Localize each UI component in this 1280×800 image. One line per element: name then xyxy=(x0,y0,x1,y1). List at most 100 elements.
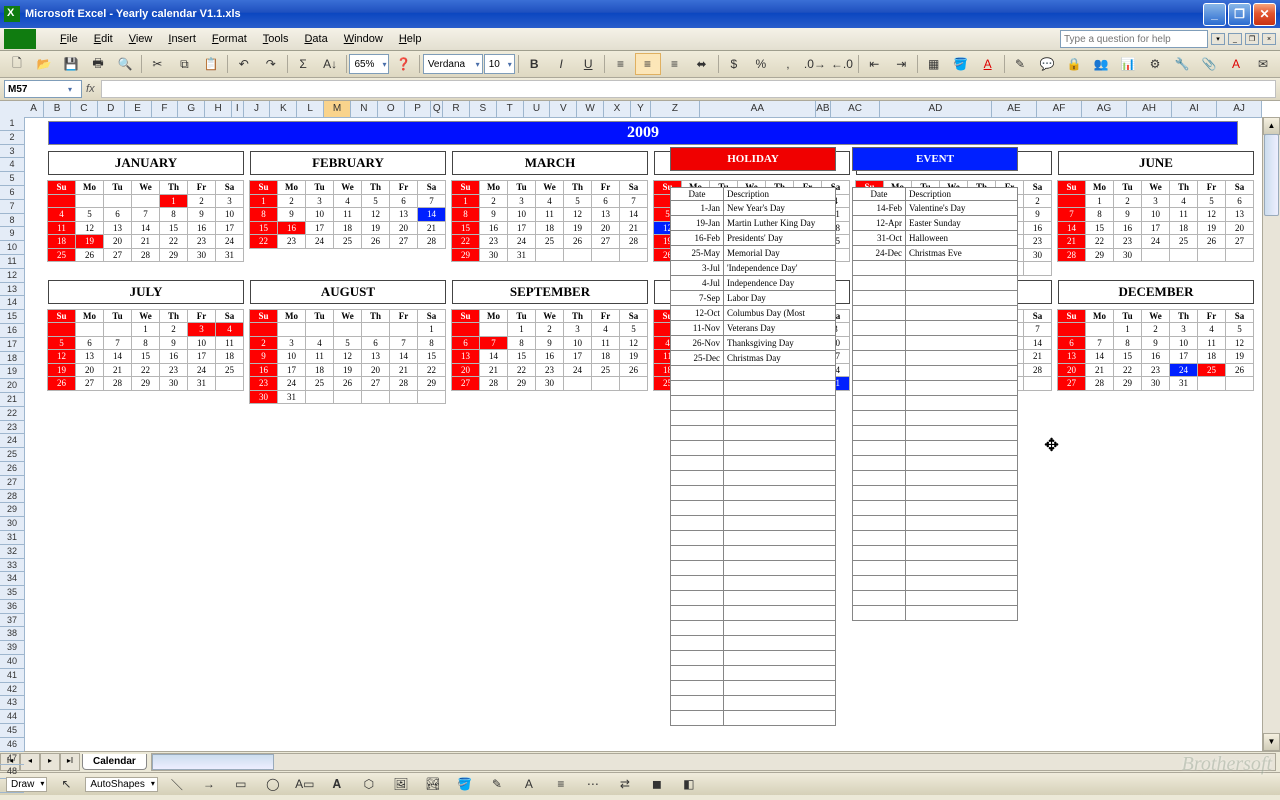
open-button[interactable]: 📂 xyxy=(31,53,57,75)
day-cell[interactable] xyxy=(1169,248,1198,263)
row-header-16[interactable]: 16 xyxy=(0,324,24,338)
row-header-36[interactable]: 36 xyxy=(0,600,24,614)
day-cell[interactable]: 30 xyxy=(1023,248,1052,263)
day-cell[interactable]: 17 xyxy=(507,221,536,236)
table-cell[interactable]: 3-Jul xyxy=(671,261,724,276)
day-cell[interactable]: 6 xyxy=(1057,336,1086,351)
day-cell[interactable] xyxy=(103,322,132,337)
menu-tools[interactable]: Tools xyxy=(255,31,297,47)
day-cell[interactable]: 16 xyxy=(1141,349,1170,364)
day-cell[interactable] xyxy=(249,322,278,337)
day-cell[interactable] xyxy=(333,322,362,337)
day-cell[interactable]: 14 xyxy=(103,349,132,364)
col-header-Y[interactable]: Y xyxy=(631,101,651,117)
day-cell[interactable] xyxy=(131,194,160,209)
day-cell[interactable]: 2 xyxy=(535,322,564,337)
day-cell[interactable]: 28 xyxy=(619,234,648,249)
day-cell[interactable]: 22 xyxy=(131,363,160,378)
minimize-button[interactable]: _ xyxy=(1203,3,1226,26)
day-cell[interactable]: 2 xyxy=(1023,194,1052,209)
day-cell[interactable]: 18 xyxy=(215,349,244,364)
day-cell[interactable]: 5 xyxy=(563,194,592,209)
day-cell[interactable] xyxy=(1141,248,1170,263)
day-cell[interactable]: 7 xyxy=(417,194,446,209)
table-cell[interactable]: 31-Oct xyxy=(853,231,906,246)
col-header-N[interactable]: N xyxy=(351,101,378,117)
picture-button[interactable]: 🏞 xyxy=(420,773,446,795)
day-cell[interactable]: 21 xyxy=(1085,363,1114,378)
fillcolor-draw-button[interactable]: 🪣 xyxy=(452,773,478,795)
menu-edit[interactable]: Edit xyxy=(86,31,121,47)
day-cell[interactable]: 7 xyxy=(1085,336,1114,351)
day-cell[interactable]: 3 xyxy=(215,194,244,209)
help-search-input[interactable] xyxy=(1060,30,1208,48)
row-header-10[interactable]: 10 xyxy=(0,241,24,255)
day-cell[interactable]: 17 xyxy=(187,349,216,364)
day-cell[interactable]: 12 xyxy=(1225,336,1254,351)
align-right-button[interactable]: ≡ xyxy=(662,53,688,75)
day-cell[interactable]: 28 xyxy=(103,376,132,391)
day-cell[interactable]: 30 xyxy=(187,248,216,263)
day-cell[interactable]: 14 xyxy=(131,221,160,236)
day-cell[interactable]: 24 xyxy=(1169,363,1198,378)
day-cell[interactable]: 10 xyxy=(215,207,244,222)
day-cell[interactable] xyxy=(1023,261,1052,276)
day-cell[interactable]: 18 xyxy=(1169,221,1198,236)
day-cell[interactable]: 5 xyxy=(1225,322,1254,337)
row-header-41[interactable]: 41 xyxy=(0,669,24,683)
day-cell[interactable]: 11 xyxy=(215,336,244,351)
day-cell[interactable] xyxy=(305,390,334,405)
day-cell[interactable] xyxy=(591,376,620,391)
day-cell[interactable]: 5 xyxy=(619,322,648,337)
row-header-5[interactable]: 5 xyxy=(0,172,24,186)
day-cell[interactable]: 27 xyxy=(361,376,390,391)
day-cell[interactable]: 5 xyxy=(1197,194,1226,209)
row-header-4[interactable]: 4 xyxy=(0,158,24,172)
day-cell[interactable]: 3 xyxy=(1141,194,1170,209)
day-cell[interactable]: 25 xyxy=(591,363,620,378)
day-cell[interactable]: 1 xyxy=(159,194,188,209)
row-header-1[interactable]: 1 xyxy=(0,117,24,131)
arrowstyle-button[interactable]: ⇄ xyxy=(612,773,638,795)
tab-next-button[interactable]: ▸ xyxy=(40,753,60,771)
day-cell[interactable]: 19 xyxy=(333,363,362,378)
day-cell[interactable]: 4 xyxy=(1197,322,1226,337)
table-cell[interactable]: 12-Oct xyxy=(671,306,724,321)
day-cell[interactable]: 13 xyxy=(1225,207,1254,222)
day-cell[interactable]: 25 xyxy=(305,376,334,391)
row-header-26[interactable]: 26 xyxy=(0,462,24,476)
row-header-37[interactable]: 37 xyxy=(0,614,24,628)
table-cell[interactable]: Thanksgiving Day xyxy=(724,336,836,351)
day-cell[interactable]: 13 xyxy=(591,207,620,222)
dec-decimal-button[interactable]: ←.0 xyxy=(829,53,855,75)
day-cell[interactable]: 9 xyxy=(535,336,564,351)
draw-menu[interactable]: Draw xyxy=(6,777,47,792)
day-cell[interactable]: 2 xyxy=(277,194,306,209)
col-header-D[interactable]: D xyxy=(98,101,125,117)
day-cell[interactable]: 21 xyxy=(1057,234,1086,249)
day-cell[interactable]: 6 xyxy=(361,336,390,351)
day-cell[interactable]: 16 xyxy=(159,349,188,364)
col-header-AC[interactable]: AC xyxy=(831,101,880,117)
day-cell[interactable]: 24 xyxy=(563,363,592,378)
day-cell[interactable]: 14 xyxy=(389,349,418,364)
day-cell[interactable]: 26 xyxy=(1225,363,1254,378)
help-dropdown[interactable]: ▾ xyxy=(1211,33,1225,45)
sheet-tab-calendar[interactable]: Calendar xyxy=(82,754,147,770)
row-header-13[interactable]: 13 xyxy=(0,283,24,297)
day-cell[interactable]: 19 xyxy=(563,221,592,236)
col-header-U[interactable]: U xyxy=(524,101,551,117)
share-button[interactable]: 👥 xyxy=(1088,53,1114,75)
day-cell[interactable]: 22 xyxy=(249,234,278,249)
day-cell[interactable]: 13 xyxy=(361,349,390,364)
row-header-46[interactable]: 46 xyxy=(0,738,24,752)
linestyle-button[interactable]: ≡ xyxy=(548,773,574,795)
day-cell[interactable]: 1 xyxy=(507,322,536,337)
day-cell[interactable]: 17 xyxy=(1169,349,1198,364)
day-cell[interactable]: 8 xyxy=(451,207,480,222)
day-cell[interactable]: 17 xyxy=(215,221,244,236)
horizontal-scrollbar[interactable] xyxy=(151,753,1276,771)
day-cell[interactable]: 20 xyxy=(1057,363,1086,378)
day-cell[interactable]: 15 xyxy=(417,349,446,364)
clipart-button[interactable]: 🖼 xyxy=(388,773,414,795)
